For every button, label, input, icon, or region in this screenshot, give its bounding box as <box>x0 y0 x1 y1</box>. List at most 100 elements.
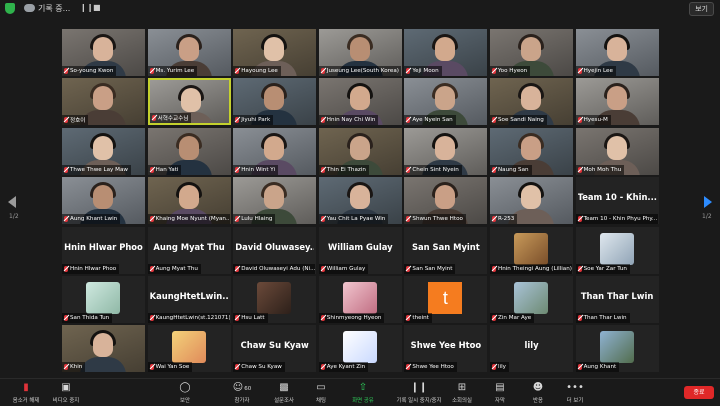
participant-tile[interactable]: Naung San <box>490 127 573 175</box>
participant-tile[interactable]: Chein Sint Nyein <box>404 127 488 175</box>
participant-name: Shwun Thwe Htoo <box>412 216 463 223</box>
participant-tile[interactable]: Than Thar Lwin Than Thar Lwin <box>575 276 659 323</box>
participant-tile[interactable]: Chaw Su Kyaw Chaw Su Kyaw <box>233 325 317 373</box>
participant-tile[interactable]: Shwun Thwe Htoo <box>404 177 488 225</box>
captions-button[interactable]: ▤ 자막 <box>480 382 520 404</box>
previous-page-icon[interactable] <box>8 196 16 208</box>
pause-icon[interactable]: ❙❙ <box>80 3 93 12</box>
microphone-muted-icon <box>320 117 325 124</box>
participant-name: Aye Kyant Zin <box>326 364 366 371</box>
microphone-muted-icon <box>492 265 496 272</box>
participant-name-label: Soe Sandi Naing <box>490 115 547 126</box>
participant-tile[interactable]: Lulu Hlaing <box>233 177 317 225</box>
participant-tile[interactable]: Hnin Hlwar Phoo Hnin Hlwar Phoo <box>62 226 145 274</box>
participant-tile[interactable]: Aung Khant <box>575 325 659 373</box>
participant-video <box>178 135 199 160</box>
end-meeting-button[interactable]: 종료 <box>684 386 714 399</box>
participant-tile[interactable]: Soe Yar Zar Tun <box>575 226 659 274</box>
participant-name-label: Aye Nyein San <box>404 115 456 126</box>
participant-name-label: theint <box>404 313 432 323</box>
participant-name: William Gulay <box>326 265 366 272</box>
participant-tile[interactable]: Yau Chit La Pyae Win <box>318 177 402 225</box>
stop-video-button[interactable]: ▣ 비디오 중지 <box>46 382 86 404</box>
participant-tile[interactable]: Team 10 - Khin... Team 10 - Khin Phyu Phy… <box>575 177 659 225</box>
participant-tile[interactable]: Jiyuhi Park <box>233 78 317 126</box>
participant-name-label: Aung Myat Thu <box>147 263 201 274</box>
more-button[interactable]: ••• 더 보기 <box>555 382 595 404</box>
participant-tile[interactable]: Han Yati <box>147 127 231 175</box>
participant-video <box>349 185 370 210</box>
participant-name: Aung Khant <box>583 364 617 371</box>
participant-video <box>349 86 370 111</box>
participant-tile[interactable]: Thin Ei Thazin <box>318 127 402 175</box>
participant-name: Aye Nyein San <box>412 117 453 124</box>
participant-video <box>264 135 285 160</box>
participants-button[interactable]: ☺60 참가자 <box>222 382 262 404</box>
participant-tile[interactable]: Ms. Yurim Lee <box>147 29 231 76</box>
reactions-button[interactable]: ☻ 반응 <box>518 382 558 404</box>
participant-tile[interactable]: Hsu Latt <box>233 276 317 323</box>
microphone-muted-icon <box>320 68 325 74</box>
view-button[interactable]: 보기 <box>689 2 714 16</box>
participant-tile[interactable]: Khaing Moe Nyunt (Myan... <box>147 177 231 225</box>
participant-tile[interactable]: 서혁수교수님 <box>147 78 231 126</box>
profile-avatar <box>514 232 548 265</box>
participant-name-label: Zin Mar Aye <box>490 313 535 323</box>
polls-button[interactable]: ▩ 설문조사 <box>264 382 304 404</box>
participant-video <box>606 37 627 61</box>
participant-tile[interactable]: R-253 <box>490 177 573 225</box>
participant-tile[interactable]: Yeji Moon <box>404 29 488 76</box>
ellipsis-icon: ••• <box>566 382 584 393</box>
participant-tile[interactable]: Aung Khant Lwin <box>62 177 145 225</box>
microphone-muted-icon <box>577 364 582 371</box>
chat-button[interactable]: ▭ 채팅 <box>301 382 341 404</box>
next-page-icon[interactable] <box>704 196 712 208</box>
share-screen-button[interactable]: ⇧ 화면 공유 <box>343 382 383 404</box>
participant-tile[interactable]: Aye Nyein San <box>404 78 488 126</box>
participant-tile[interactable]: David Oluwasey... David Oluwaseyi Adu (Ni… <box>233 226 317 274</box>
participant-tile[interactable]: Wai Yan Soe <box>147 325 231 373</box>
participant-tile[interactable]: t theint <box>404 276 488 323</box>
participant-display-name: Aung Myat Thu <box>153 241 225 252</box>
participant-tile[interactable]: Aung Myat Thu Aung Myat Thu <box>147 226 231 274</box>
participant-tile[interactable]: Hayoung Lee <box>233 29 317 76</box>
participant-tile[interactable]: Hyesu-M <box>575 78 659 126</box>
participant-name: theint <box>412 315 429 321</box>
participant-tile[interactable]: Shwe Yee Htoo Shwe Yee Htoo <box>404 325 488 373</box>
participant-tile[interactable]: Hyejin Lee <box>575 29 659 76</box>
participant-tile[interactable]: KaungHtetLwin... KaungHtetLwin(st.121071) <box>147 276 231 323</box>
microphone-muted-icon <box>64 364 68 371</box>
security-button[interactable]: ◯ 보안 <box>165 382 205 404</box>
unmute-button[interactable]: ▮ 음소거 해제 <box>6 382 46 404</box>
recording-status: 기록 중... <box>38 4 71 13</box>
participant-tile[interactable]: So-young Kwon <box>62 29 145 76</box>
participant-tile[interactable]: William Gulay William Gulay <box>318 226 402 274</box>
stop-icon[interactable]: ■ <box>93 3 101 12</box>
participant-tile[interactable]: Khin <box>62 325 145 373</box>
participant-tile[interactable]: San San Myint San San Myint <box>404 226 488 274</box>
participant-tile[interactable]: Moh Moh Thu <box>575 127 659 175</box>
participant-name-label: 서혁수교수님 <box>149 113 192 124</box>
participant-name: Soe Sandi Naing <box>498 117 544 124</box>
participant-tile[interactable]: Shinmyeong Hyeon <box>318 276 402 323</box>
participant-tile[interactable]: Thwe Thwe Lay Maw <box>62 127 145 175</box>
participant-tile[interactable]: Hnin Theingi Aung (Lillian) <box>490 226 573 274</box>
microphone-muted-icon <box>320 216 325 223</box>
participant-tile[interactable]: Soe Sandi Naing <box>490 78 573 126</box>
pause-recording-button[interactable]: ❙❙ 기록 일시 중지/중지 <box>392 382 446 404</box>
participant-name: Juseung Lee(South Korea) <box>326 68 399 74</box>
participant-tile[interactable]: Hnin Nay Chi Win <box>318 78 402 126</box>
participant-name: Yoo Hyeon <box>498 68 528 74</box>
participant-display-name: KaungHtetLwin... <box>149 291 229 301</box>
participant-tile[interactable]: Yoo Hyeon <box>490 29 573 76</box>
participant-tile[interactable]: San Thida Tun <box>62 276 145 323</box>
participant-tile[interactable]: 정호이 <box>62 78 145 126</box>
participant-tile[interactable]: Aye Kyant Zin <box>318 325 402 373</box>
microphone-muted-icon <box>149 166 154 173</box>
breakout-rooms-button[interactable]: ⊞ 소회의실 <box>442 382 482 404</box>
shield-icon[interactable] <box>5 3 15 14</box>
participant-tile[interactable]: Hnin Wint Yi <box>233 127 317 175</box>
participant-tile[interactable]: Zin Mar Aye <box>490 276 573 323</box>
participant-tile[interactable]: Juseung Lee(South Korea) <box>318 29 402 76</box>
participant-tile[interactable]: lily lily <box>490 325 573 373</box>
